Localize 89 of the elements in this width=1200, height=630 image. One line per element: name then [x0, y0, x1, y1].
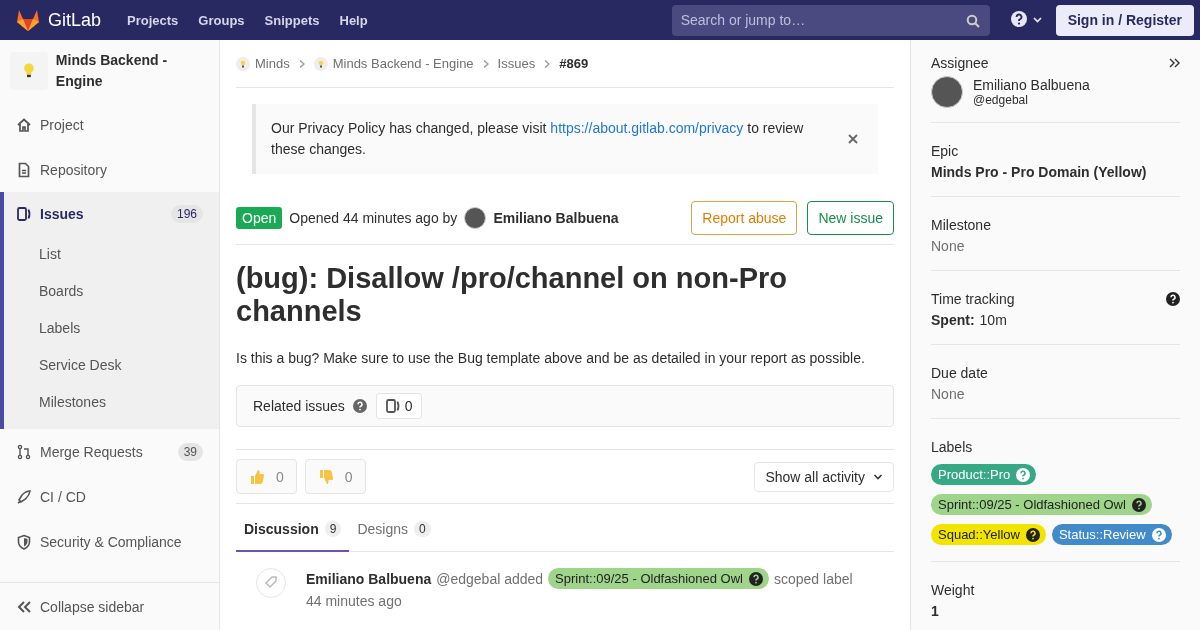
nav-link[interactable]: Projects — [127, 12, 179, 28]
issue-title: (bug): Disallow /pro/channel on non-Pro channels — [236, 262, 788, 328]
sidebar-subitem[interactable]: Labels — [4, 310, 219, 347]
sidebar-subitem[interactable]: List — [4, 236, 219, 273]
sidebar-item[interactable]: Security & Compliance — [0, 519, 219, 564]
sidebar-item[interactable]: Merge Requests 39 — [0, 429, 219, 474]
notice-text: Our Privacy Policy has changed, please visit https://about.gitlab.com/privacy to review these changes. — [271, 119, 805, 159]
issues-icon — [384, 398, 401, 414]
avatar-placeholder — [931, 76, 963, 108]
search-icon — [965, 13, 980, 28]
help-icon — [1131, 497, 1146, 512]
chevron-right-icon — [481, 58, 490, 69]
section-value: Minds Pro - Pro Domain (Yellow) — [931, 164, 1148, 180]
nav-link[interactable]: Groups — [198, 12, 245, 28]
search-field[interactable]: Search or jump to… — [671, 4, 990, 36]
time-spent-label: Spent: — [931, 312, 975, 328]
tab[interactable]: Designs 0 — [349, 508, 439, 552]
scoped-label[interactable]: Sprint::09/25 - Oldfashioned Owl — [548, 568, 769, 589]
section-value: None — [931, 238, 966, 254]
lightbulb-icon — [10, 51, 48, 91]
opened-text: Opened 44 minutes ago by — [289, 210, 458, 226]
tag-icon — [256, 568, 286, 598]
double-chevron-right-icon[interactable] — [1168, 57, 1180, 69]
section-title: Labels — [931, 439, 973, 455]
reaction-button[interactable]: 0 — [304, 459, 366, 494]
assignee-username: @edgebal — [973, 93, 1029, 107]
reaction-button[interactable]: 0 — [236, 459, 297, 494]
help-icon[interactable] — [1009, 9, 1044, 28]
activity-filter-dropdown[interactable]: Show all activity — [754, 461, 894, 492]
privacy-link[interactable]: https://about.gitlab.com/privacy — [550, 120, 744, 136]
lightbulb-icon — [236, 56, 250, 71]
help-icon — [1151, 527, 1166, 542]
issue-description: Is this a bug? Make sure to use the Bug template above and be as detailed in your report as possible. — [236, 350, 866, 366]
breadcrumb-link[interactable]: Minds Backend - Engine — [313, 56, 474, 71]
status-badge: Open — [236, 207, 283, 229]
assignee-name[interactable]: Emiliano Balbuena — [973, 77, 1090, 93]
nav-link[interactable]: Help — [339, 12, 368, 28]
sidebar-item[interactable]: Issues 196 — [4, 192, 219, 236]
section-title: Assignee — [931, 55, 989, 71]
project-name[interactable]: Minds Backend - Engine — [55, 50, 209, 92]
help-icon — [1166, 292, 1180, 306]
breadcrumb-link[interactable]: Issues — [497, 56, 536, 71]
section-value: None — [931, 386, 966, 402]
section-value: 1 — [931, 603, 940, 619]
section-title: Milestone — [931, 217, 991, 233]
time-spent-value: 10m — [979, 312, 1007, 328]
author-name[interactable]: Emiliano Balbuena — [493, 210, 619, 226]
scoped-label[interactable]: Status::Review — [1051, 524, 1172, 545]
section-title: Weight — [931, 582, 975, 598]
help-icon — [1016, 467, 1031, 482]
tab[interactable]: Discussion 9 — [236, 508, 350, 552]
close-icon[interactable] — [848, 134, 858, 144]
thumbs-up-icon — [249, 467, 266, 486]
help-icon — [1025, 527, 1040, 542]
note-author[interactable]: Emiliano Balbuena — [306, 570, 432, 587]
count-badge: 196 — [170, 205, 203, 223]
fox-logo-icon — [16, 9, 40, 31]
sidebar-item[interactable]: Project — [0, 102, 219, 147]
count-badge: 39 — [177, 442, 203, 461]
section-title: Time tracking — [931, 291, 1015, 307]
section-title: Due date — [931, 365, 988, 381]
nav-link[interactable]: Snippets — [264, 12, 320, 28]
chevron-right-icon — [543, 58, 552, 69]
scoped-label[interactable]: Sprint::09/25 - Oldfashioned Owl — [931, 494, 1152, 515]
breadcrumb-link[interactable]: Minds — [236, 56, 290, 71]
related-count[interactable]: 0 — [375, 393, 422, 419]
brand-name[interactable]: GitLab — [48, 9, 102, 31]
sign-in-button[interactable]: Sign in / Register — [1055, 4, 1194, 36]
help-icon — [352, 399, 367, 413]
related-issues-label: Related issues — [253, 398, 345, 414]
sidebar-item[interactable]: CI / CD — [0, 474, 219, 519]
sidebar-subitem[interactable]: Service Desk — [4, 347, 219, 384]
avatar-placeholder — [464, 207, 487, 229]
help-icon — [749, 571, 763, 586]
note-action: @edgebal added — [436, 570, 544, 587]
thumbs-down-icon — [317, 467, 335, 486]
breadcrumb-link[interactable]: #869 — [559, 56, 589, 71]
double-chevron-left-icon — [16, 598, 32, 615]
action-button[interactable]: New issue — [807, 201, 894, 235]
lightbulb-icon — [313, 56, 328, 71]
sidebar-item[interactable]: Repository — [0, 147, 219, 192]
note-text: scoped label — [774, 570, 853, 587]
chevron-right-icon — [297, 58, 306, 69]
section-title: Epic — [931, 143, 959, 159]
sidebar-subitem[interactable]: Boards — [4, 273, 219, 310]
note-time: 44 minutes ago — [306, 593, 403, 609]
sidebar-subitem[interactable]: Milestones — [4, 384, 219, 421]
chevron-down-icon — [873, 472, 883, 481]
scoped-label[interactable]: Squad::Yellow — [931, 524, 1046, 545]
